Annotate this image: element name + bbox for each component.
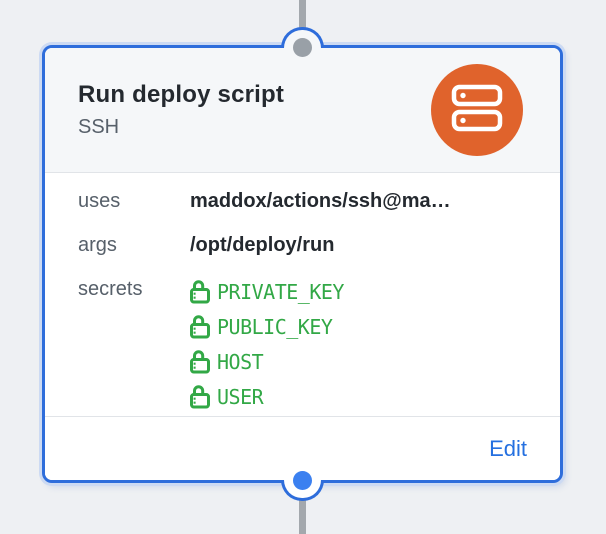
secret-item: HOST [190,344,344,379]
lock-icon [190,314,210,339]
node-subtitle: SSH [78,116,284,139]
lock-icon [190,279,210,304]
edit-button[interactable]: Edit [489,436,527,462]
field-row-uses: uses maddox/actions/ssh@ma… [78,186,540,216]
field-row-args: args /opt/deploy/run [78,230,540,260]
field-label-uses: uses [78,186,190,216]
lock-icon [190,349,210,374]
secret-name: PRIVATE_KEY [217,280,344,304]
output-connector-dot[interactable] [293,471,312,490]
input-connector-dot[interactable] [293,38,312,57]
node-fields: uses maddox/actions/ssh@ma… args /opt/de… [45,173,560,416]
node-header: Run deploy script SSH [45,48,560,173]
lock-icon [190,384,210,409]
connector-line-bottom [299,500,306,534]
field-row-secrets: secrets PRIVATE_KEY [78,274,540,414]
secret-name: HOST [217,350,263,374]
node-title: Run deploy script [78,81,284,109]
field-value-uses: maddox/actions/ssh@ma… [190,186,451,216]
secret-name: USER [217,385,263,409]
field-label-args: args [78,230,190,260]
secrets-list: PRIVATE_KEY PUBLIC_KEY [190,274,344,414]
secret-item: PUBLIC_KEY [190,309,344,344]
secret-name: PUBLIC_KEY [217,315,332,339]
action-avatar [431,64,523,156]
workflow-canvas: Run deploy script SSH uses maddox/action… [0,0,606,534]
node-header-text: Run deploy script SSH [78,81,284,139]
field-value-args: /opt/deploy/run [190,230,334,260]
secret-item: PRIVATE_KEY [190,274,344,309]
connector-line-top [299,0,306,30]
action-node-card[interactable]: Run deploy script SSH uses maddox/action… [42,45,563,483]
secret-item: USER [190,379,344,414]
field-label-secrets: secrets [78,274,190,414]
server-stack-icon [451,84,503,137]
